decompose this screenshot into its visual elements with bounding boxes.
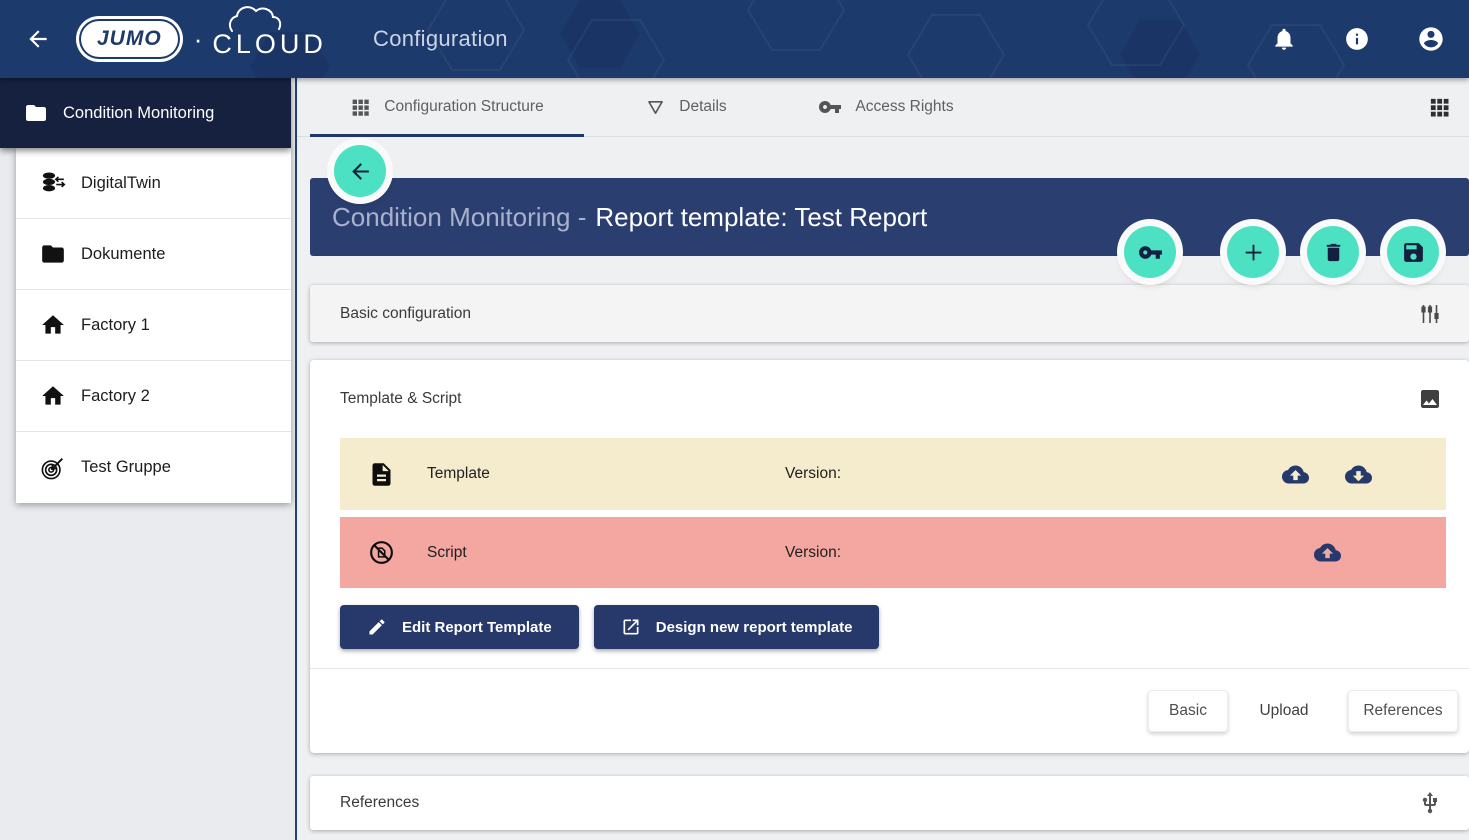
brand-separator: · [194,24,203,55]
template-script-header: Template & Script [310,360,1469,438]
sidebar-item-test-gruppe[interactable]: Test Gruppe [16,432,291,503]
sidebar-item-label: Factory 1 [81,316,150,335]
template-script-card: Template & Script Template Version: Scri… [310,360,1469,753]
apps-grid-icon[interactable] [1428,96,1451,119]
banner-breadcrumb: Condition Monitoring - [332,202,586,233]
cloud-logo-text: CLOUD [212,29,327,59]
basic-configuration-panel[interactable]: Basic configuration [310,285,1469,342]
brand-logo: JUMO · CLOUD [81,19,327,60]
cloud-download-icon[interactable] [1345,461,1372,488]
home-icon [40,312,66,338]
app-window: JUMO · CLOUD Configuration Condition Mon… [0,0,1469,840]
tab-label: Access Rights [855,98,953,116]
top-app-bar: JUMO · CLOUD Configuration [0,0,1469,78]
sidebar-item-label: Factory 2 [81,387,150,406]
tab-label: Details [679,98,726,116]
cloud-upload-icon[interactable] [1282,461,1309,488]
sidebar-item-label: DigitalTwin [81,174,161,193]
key-icon [818,95,842,119]
info-icon[interactable] [1344,26,1370,52]
cloud-upload-icon[interactable] [1314,539,1341,566]
folder-icon [40,241,66,267]
arrow-left-icon [348,159,373,184]
jumo-logo: JUMO [81,21,178,57]
image-icon [1418,387,1442,411]
grid-icon [350,97,371,118]
cloud-logo: CLOUD [212,19,327,60]
upload-button[interactable]: Upload [1244,702,1324,720]
account-icon[interactable] [1417,25,1445,53]
tab-configuration-structure[interactable]: Configuration Structure [310,78,584,136]
tab-access-rights[interactable]: Access Rights [788,78,984,136]
button-label: Design new report template [656,619,853,636]
banner-text: Condition Monitoring - Report template: … [332,202,927,233]
save-icon [1401,240,1426,265]
key-icon [1138,240,1163,265]
delete-fab-button[interactable] [1307,226,1359,278]
save-fab-button[interactable] [1387,226,1439,278]
cloud-outline-icon [226,3,318,33]
sidebar-item-label: Test Gruppe [81,458,171,477]
plus-icon [1241,240,1266,265]
sidebar-item-factory-2[interactable]: Factory 2 [16,361,291,432]
no-document-icon [368,539,395,566]
usb-icon [1418,791,1442,815]
button-label: Edit Report Template [402,619,552,636]
section-title: Template & Script [340,390,461,408]
topbar-actions [1271,25,1469,53]
sidebar: Condition Monitoring DigitalTwin Dokumen… [0,78,297,840]
sidebar-children-card: DigitalTwin Dokumente Factory 1 Factory … [16,148,291,503]
card-footer-actions: Basic Upload References [310,669,1469,753]
sidebar-item-dokumente[interactable]: Dokumente [16,219,291,290]
sidebar-item-condition-monitoring[interactable]: Condition Monitoring [0,78,291,148]
design-new-report-template-button[interactable]: Design new report template [594,605,880,649]
banner-title: Report template: Test Report [595,202,927,233]
tab-details[interactable]: Details [584,78,788,136]
selection-banner: Condition Monitoring - Report template: … [310,178,1469,256]
trash-icon [1322,241,1345,264]
access-key-fab-button[interactable] [1124,226,1176,278]
panel-title: Basic configuration [340,305,471,323]
tab-bar: Configuration Structure Details Access R… [297,78,1469,137]
target-icon [40,455,66,481]
template-row: Template Version: [340,438,1446,510]
sidebar-item-label: Dokumente [81,245,165,264]
row-label: Script [427,544,467,562]
page-title: Configuration [373,26,508,52]
filter-icon [645,97,666,118]
references-panel[interactable]: References [310,776,1469,830]
folder-icon [24,101,48,125]
sidebar-root-label: Condition Monitoring [63,104,214,123]
tune-sliders-icon [1418,302,1442,326]
template-actions: Edit Report Template Design new report t… [310,595,1469,668]
main-content: Configuration Structure Details Access R… [297,78,1469,840]
sidebar-item-factory-1[interactable]: Factory 1 [16,290,291,361]
back-arrow-icon[interactable] [25,26,51,52]
row-label: Template [427,465,490,483]
panel-title: References [340,794,419,812]
back-fab-button[interactable] [334,145,386,197]
home-icon [40,383,66,409]
tab-label: Configuration Structure [384,98,543,116]
script-row: Script Version: [340,517,1446,588]
pencil-icon [367,617,387,637]
add-fab-button[interactable] [1227,226,1279,278]
document-icon [368,461,395,488]
edit-report-template-button[interactable]: Edit Report Template [340,605,579,649]
version-label: Version: [785,544,841,562]
database-sync-icon [40,170,66,196]
version-label: Version: [785,465,841,483]
basic-button[interactable]: Basic [1148,690,1228,732]
notifications-bell-icon[interactable] [1271,26,1297,52]
sidebar-item-digitaltwin[interactable]: DigitalTwin [16,148,291,219]
references-button[interactable]: References [1348,690,1458,732]
open-in-new-icon [621,617,641,637]
